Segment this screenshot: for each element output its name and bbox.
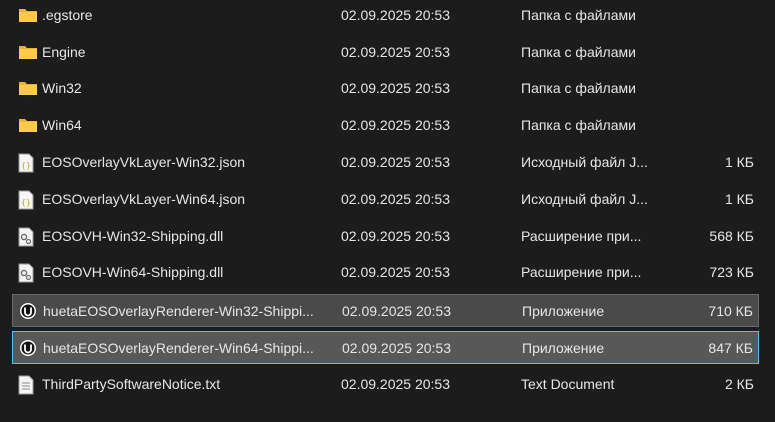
file-list: .egstore 02.09.2025 20:53 Папка с файлам… <box>0 0 775 422</box>
file-date: 02.09.2025 20:53 <box>341 154 450 170</box>
file-size: 2 КБ <box>724 376 754 392</box>
file-type: Папка с файлами <box>521 80 636 96</box>
file-row-renderer-win32[interactable]: huetaEOSOverlayRenderer-Win32-Shippi... … <box>12 294 759 327</box>
dll-file-icon <box>18 256 38 289</box>
file-type: Папка с файлами <box>521 117 636 133</box>
file-type: Text Document <box>521 376 615 392</box>
unreal-app-icon <box>19 295 39 328</box>
file-date: 02.09.2025 20:53 <box>341 80 450 96</box>
file-size: 568 КБ <box>709 228 754 244</box>
file-name: Win64 <box>42 117 82 133</box>
file-size: 1 КБ <box>724 191 754 207</box>
file-type: Расширение при... <box>521 228 642 244</box>
file-size: 710 КБ <box>708 303 753 319</box>
file-name: Win32 <box>42 80 82 96</box>
file-date: 02.09.2025 20:53 <box>341 44 450 60</box>
svg-text:{}: {} <box>21 161 31 170</box>
file-type: Приложение <box>522 340 605 356</box>
file-type: Исходный файл J... <box>521 154 648 170</box>
file-size: 1 КБ <box>724 154 754 170</box>
file-row-eosovh-win64[interactable]: EOSOVH-Win64-Shipping.dll 02.09.2025 20:… <box>12 256 759 289</box>
file-type: Приложение <box>522 303 605 319</box>
file-row-egstore[interactable]: .egstore 02.09.2025 20:53 Папка с файлам… <box>12 0 759 32</box>
folder-icon <box>18 109 38 142</box>
folder-icon <box>18 36 38 69</box>
file-row-vklayer-win32[interactable]: {} EOSOverlayVkLayer-Win32.json 02.09.20… <box>12 146 759 179</box>
file-type: Расширение при... <box>521 264 642 280</box>
svg-text:{}: {} <box>21 198 31 207</box>
file-date: 02.09.2025 20:53 <box>341 264 450 280</box>
file-row-eosovh-win32[interactable]: EOSOVH-Win32-Shipping.dll 02.09.2025 20:… <box>12 220 759 253</box>
file-row-win32[interactable]: Win32 02.09.2025 20:53 Папка с файлами <box>12 72 759 105</box>
file-date: 02.09.2025 20:53 <box>342 340 451 356</box>
json-file-icon: {} <box>18 183 38 216</box>
folder-icon <box>18 72 38 105</box>
dll-file-icon <box>18 220 38 253</box>
file-type: Исходный файл J... <box>521 191 648 207</box>
json-file-icon: {} <box>18 146 38 179</box>
file-date: 02.09.2025 20:53 <box>342 303 451 319</box>
unreal-app-icon <box>19 332 39 365</box>
file-name: ThirdPartySoftwareNotice.txt <box>42 376 221 392</box>
folder-icon <box>18 0 38 32</box>
file-type: Папка с файлами <box>521 44 636 60</box>
file-date: 02.09.2025 20:53 <box>341 7 450 23</box>
file-date: 02.09.2025 20:53 <box>341 191 450 207</box>
file-row-thirdparty-notice[interactable]: ThirdPartySoftwareNotice.txt 02.09.2025 … <box>12 368 759 401</box>
file-name: EOSOverlayVkLayer-Win64.json <box>42 191 246 207</box>
file-name: EOSOverlayVkLayer-Win32.json <box>42 154 246 170</box>
file-name: huetaEOSOverlayRenderer-Win32-Shippi... <box>43 303 314 319</box>
file-row-renderer-win64[interactable]: huetaEOSOverlayRenderer-Win64-Shippi... … <box>12 331 759 364</box>
file-name: EOSOVH-Win32-Shipping.dll <box>42 228 224 244</box>
file-size: 723 КБ <box>709 264 754 280</box>
text-file-icon <box>18 368 38 401</box>
file-row-engine[interactable]: Engine 02.09.2025 20:53 Папка с файлами <box>12 36 759 69</box>
file-date: 02.09.2025 20:53 <box>341 376 450 392</box>
file-name: Engine <box>42 44 86 60</box>
file-name: .egstore <box>42 7 93 23</box>
file-date: 02.09.2025 20:53 <box>341 117 450 133</box>
file-name: huetaEOSOverlayRenderer-Win64-Shippi... <box>43 340 314 356</box>
file-date: 02.09.2025 20:53 <box>341 228 450 244</box>
file-name: EOSOVH-Win64-Shipping.dll <box>42 264 224 280</box>
file-row-vklayer-win64[interactable]: {} EOSOverlayVkLayer-Win64.json 02.09.20… <box>12 183 759 216</box>
file-size: 847 КБ <box>708 340 753 356</box>
file-row-win64[interactable]: Win64 02.09.2025 20:53 Папка с файлами <box>12 109 759 142</box>
file-type: Папка с файлами <box>521 7 636 23</box>
